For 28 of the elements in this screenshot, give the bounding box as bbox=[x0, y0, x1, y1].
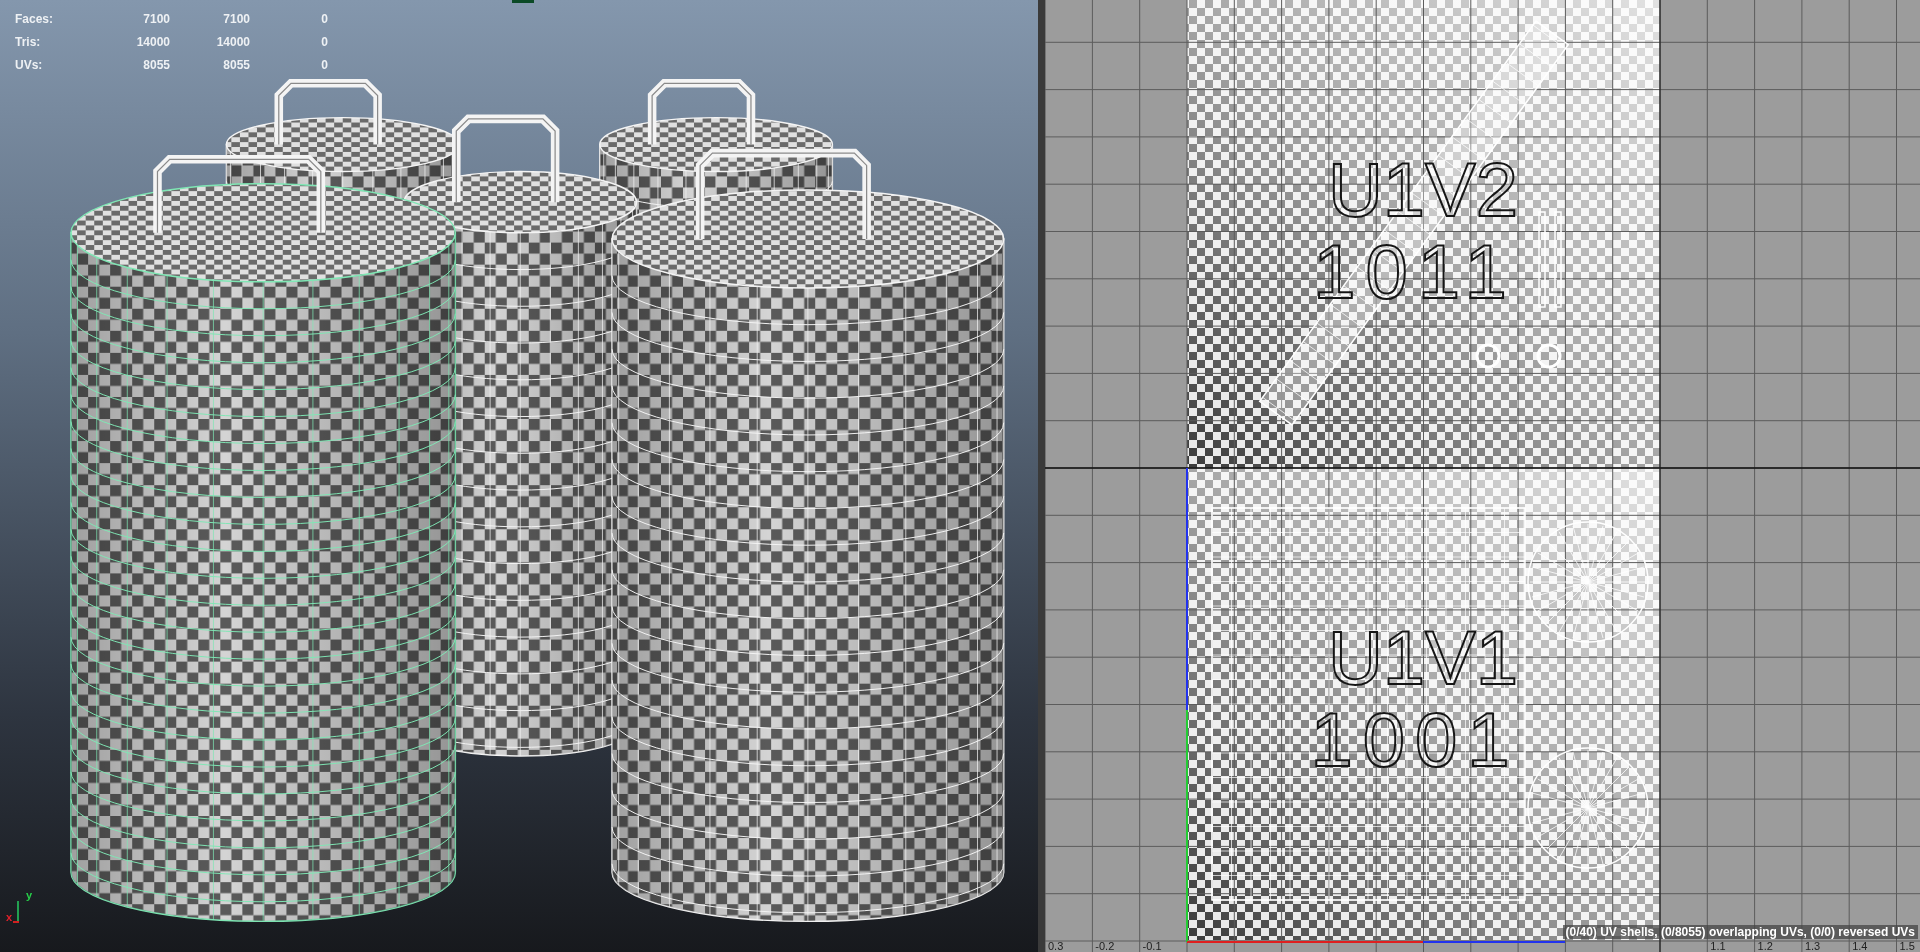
axis-label: x bbox=[6, 911, 13, 923]
axis-tick-label: 1.5 bbox=[1899, 940, 1916, 952]
axis-tick-label: 1.2 bbox=[1757, 940, 1774, 952]
stat-label: Faces: bbox=[15, 12, 55, 26]
stat-value: 14000 bbox=[215, 35, 250, 49]
uv-shell-ring bbox=[1536, 343, 1562, 369]
uv-status-text: (0/40) UV shells, (0/8055) overlapping UVs, (0/0) reversed UVs bbox=[1562, 925, 1918, 939]
stat-label: Tris: bbox=[15, 35, 42, 49]
stat-value: 7100 bbox=[222, 12, 250, 26]
stat-label: UVs: bbox=[15, 58, 44, 72]
stat-value: 7100 bbox=[142, 12, 170, 26]
stat-value: 8055 bbox=[222, 58, 250, 72]
tile-name: U1V2 bbox=[1327, 150, 1519, 230]
stat-value: 8055 bbox=[142, 58, 170, 72]
axis-tick-label: -0.1 bbox=[1142, 940, 1163, 952]
stat-value: 14000 bbox=[135, 35, 170, 49]
axis-tick-label: 1.4 bbox=[1852, 940, 1869, 952]
axis-gizmo-icon bbox=[13, 901, 19, 923]
axis-tick-label: 1.3 bbox=[1804, 940, 1822, 952]
uv-shell-ring bbox=[1475, 343, 1501, 369]
view-marker bbox=[512, 0, 534, 3]
axis-tick-label: 1.1 bbox=[1710, 940, 1727, 952]
axis-tick-label: -0.2 bbox=[1095, 940, 1116, 952]
stat-value: 0 bbox=[320, 58, 328, 72]
axis-tick-label: 0.3 bbox=[1048, 940, 1065, 952]
stat-value: 0 bbox=[320, 12, 328, 26]
stat-value: 0 bbox=[320, 35, 328, 49]
axis-label: y bbox=[26, 889, 33, 901]
